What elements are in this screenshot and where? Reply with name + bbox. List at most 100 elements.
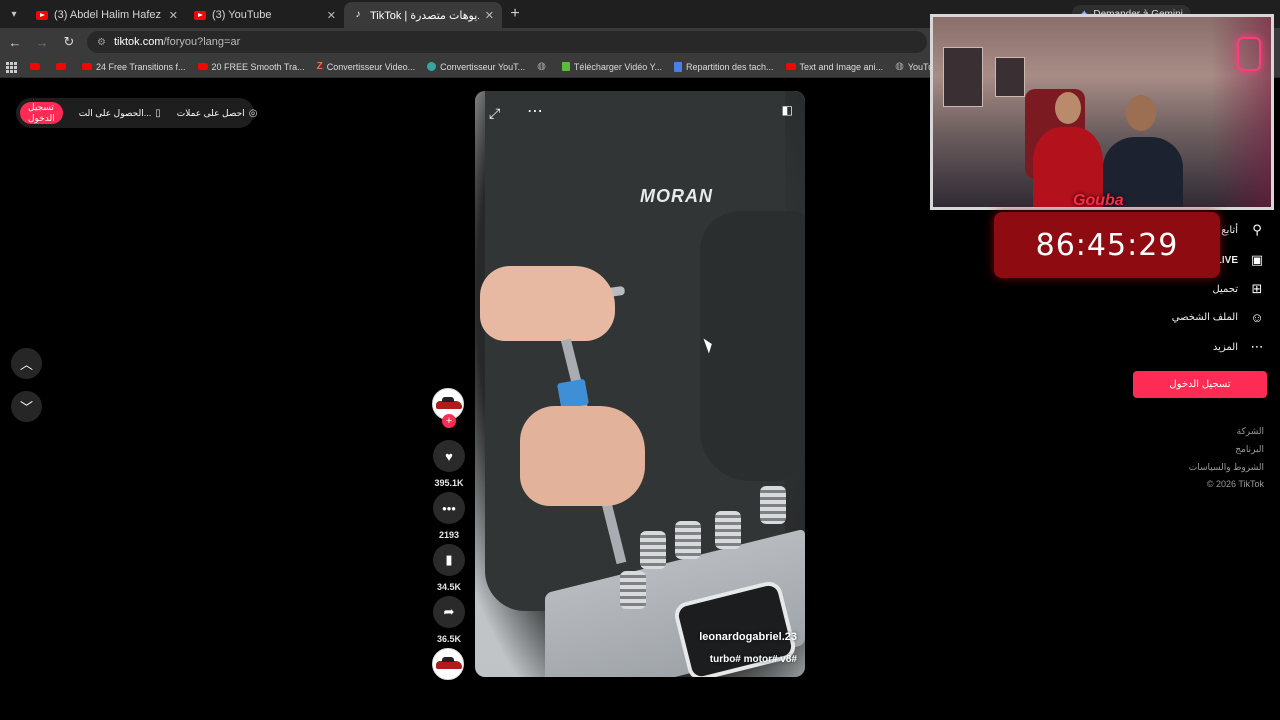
share-count: 36.5K: [436, 634, 462, 644]
youtube-icon: [30, 63, 40, 70]
sidebar-item-label: تحميل: [1212, 283, 1238, 295]
bookmark-globe[interactable]: ◍: [537, 61, 550, 72]
save-count: 34.5K: [436, 582, 462, 592]
bookmark-convertisseur-youtube[interactable]: Convertisseur YouT...: [427, 62, 525, 72]
tab-close-icon[interactable]: ✕: [327, 9, 336, 22]
footer-company-link[interactable]: الشركة: [1237, 426, 1264, 437]
site-info-icon[interactable]: ⚙: [97, 37, 106, 48]
bookmark-convertisseur-video[interactable]: Z Convertisseur Video...: [317, 61, 416, 72]
previous-video-button[interactable]: ︿: [11, 348, 42, 379]
like-action[interactable]: ♥ 395.1K: [432, 440, 466, 488]
streamer-signature: Gouba: [1073, 192, 1124, 209]
sound-disc[interactable]: [432, 648, 466, 680]
live-tv-icon: ▣: [1250, 252, 1264, 267]
next-video-button[interactable]: ﹀: [11, 391, 42, 422]
bookmark-icon[interactable]: ▮: [433, 544, 465, 576]
url-path: /foryou?lang=ar: [163, 36, 241, 48]
volume-icon[interactable]: ◧: [782, 103, 793, 117]
tab-youtube[interactable]: (3) YouTube ✕: [186, 2, 344, 28]
youtube-icon: [82, 63, 92, 70]
footer-terms-link[interactable]: الشروط والسياسات: [1189, 462, 1264, 473]
youtube-icon: [36, 10, 48, 20]
z-icon: Z: [316, 61, 323, 72]
docs-icon: [673, 61, 682, 72]
video-player[interactable]: MORAN ⤢ ⋯ ◧ leonardogabriel.23 turbo# mo…: [475, 91, 805, 677]
save-action[interactable]: ▮ 34.5K: [432, 544, 466, 592]
video-hashtags[interactable]: turbo# motor# v8#: [710, 654, 797, 665]
chevron-down-icon: ﹀: [19, 400, 33, 415]
follow-plus-icon[interactable]: +: [442, 414, 456, 428]
sidebar-item-label: أتابع: [1221, 224, 1238, 236]
video-author[interactable]: leonardogabriel.23: [699, 631, 797, 643]
globe-icon: ◍: [895, 61, 904, 72]
tab-title: (3) Abdel Halim Hafez - Ala Hel: [54, 9, 163, 21]
sidebar-login-button[interactable]: تسجيل الدخول: [1133, 371, 1267, 398]
comment-count: 2193: [438, 530, 460, 540]
video-actions: + ♥ 395.1K ••• 2193 ▮ 34.5K ➦ 36.5K: [432, 388, 466, 680]
sidebar-item-profile[interactable]: الملف الشخصي ☺: [1172, 310, 1264, 325]
tiktok-icon: ♪: [355, 9, 361, 20]
tab-title: (3) YouTube: [212, 9, 272, 21]
music-disc-avatar[interactable]: [432, 648, 464, 680]
fullscreen-icon[interactable]: ⤢: [489, 105, 500, 122]
share-action[interactable]: ➦ 36.5K: [432, 596, 466, 644]
back-arrow-icon[interactable]: ←: [3, 30, 27, 54]
stream-timer: 86:45:29: [994, 212, 1220, 278]
footer-program-link[interactable]: البرنامج: [1235, 444, 1264, 455]
address-bar[interactable]: ⚙ tiktok.com /foryou?lang=ar: [87, 31, 927, 53]
tab-title: TikTok | شاهد فيديوهات متصدرة: [370, 9, 479, 22]
bookmark-text-image[interactable]: Text and Image ani...: [785, 62, 883, 72]
bookmark-repartition[interactable]: Repartition des tach...: [673, 61, 774, 72]
sidebar-item-label: المزيد: [1212, 341, 1238, 353]
shirt-logo: MORAN: [640, 186, 713, 206]
top-login-button[interactable]: تسجيل الدخول: [20, 102, 63, 124]
bookmark-youtube-1[interactable]: [30, 63, 44, 70]
youtube-icon: [194, 10, 206, 20]
get-app-label: الحصول على الت...: [78, 107, 152, 118]
sidebar-item-more[interactable]: المزيد ⋯: [1213, 339, 1264, 355]
apps-grid-icon[interactable]: [6, 61, 17, 73]
forward-arrow-icon[interactable]: →: [30, 30, 54, 54]
comment-action[interactable]: ••• 2193: [432, 492, 466, 540]
url-host: tiktok.com: [113, 36, 164, 48]
bookmark-telecharger-video[interactable]: Télécharger Vidéo Y...: [561, 62, 662, 72]
tab-youtube-abdel-halim[interactable]: (3) Abdel Halim Hafez - Ala Hel ✕: [28, 2, 186, 28]
get-coins-label: احصل على عملات: [176, 107, 245, 118]
sidebar-item-live[interactable]: LIVE ▣: [1216, 252, 1264, 268]
tiktok-top-actions: تسجيل الدخول الحصول على الت... ▯ احصل عل…: [16, 98, 257, 128]
converter-icon: [427, 62, 437, 71]
tab-tiktok[interactable]: ♪ TikTok | شاهد فيديوهات متصدرة ✕: [344, 2, 502, 28]
upload-plus-icon: ⊞: [1251, 281, 1263, 296]
webcam-overlay: Gouba: [930, 14, 1274, 210]
youtube-icon: [197, 63, 208, 70]
blue-tool-handle: [556, 378, 590, 410]
bookmark-free-transitions[interactable]: 24 Free Transitions f...: [82, 62, 186, 72]
sidebar-item-following[interactable]: أتابع ⚲: [1221, 222, 1264, 238]
bookmark-smooth-transitions[interactable]: 20 FREE Smooth Tra...: [197, 62, 305, 72]
sidebar-item-upload[interactable]: تحميل ⊞: [1212, 281, 1264, 297]
new-tab-button[interactable]: +: [502, 5, 528, 23]
bookmark-youtube-2[interactable]: [56, 63, 70, 70]
chevron-up-icon: ︿: [19, 357, 33, 372]
tab-search-chevron-icon[interactable]: ▾: [0, 0, 28, 28]
more-options-icon[interactable]: ⋯: [527, 101, 543, 121]
share-icon[interactable]: ➦: [433, 596, 465, 628]
get-coins-link[interactable]: احصل على عملات ◎: [177, 108, 258, 119]
heart-icon[interactable]: ♥: [433, 440, 465, 472]
youtube-icon: [785, 63, 796, 70]
reload-icon[interactable]: ↻: [57, 30, 81, 54]
coin-icon: ◎: [248, 107, 258, 119]
get-app-link[interactable]: الحصول على الت... ▯: [79, 108, 161, 119]
youtube-icon: [56, 63, 66, 70]
neon-sign: [1237, 37, 1261, 71]
user-follow-icon: ⚲: [1252, 222, 1262, 237]
sidebar-item-label: الملف الشخصي: [1171, 312, 1238, 323]
comment-icon[interactable]: •••: [433, 492, 465, 524]
download-icon: [561, 62, 570, 71]
profile-icon: ☺: [1250, 310, 1264, 325]
footer-copyright: © 2026 TikTok: [1206, 479, 1264, 489]
more-dots-icon: ⋯: [1250, 339, 1264, 354]
phone-icon: ▯: [155, 107, 161, 119]
tab-close-icon[interactable]: ✕: [485, 9, 494, 22]
tab-close-icon[interactable]: ✕: [169, 9, 178, 22]
